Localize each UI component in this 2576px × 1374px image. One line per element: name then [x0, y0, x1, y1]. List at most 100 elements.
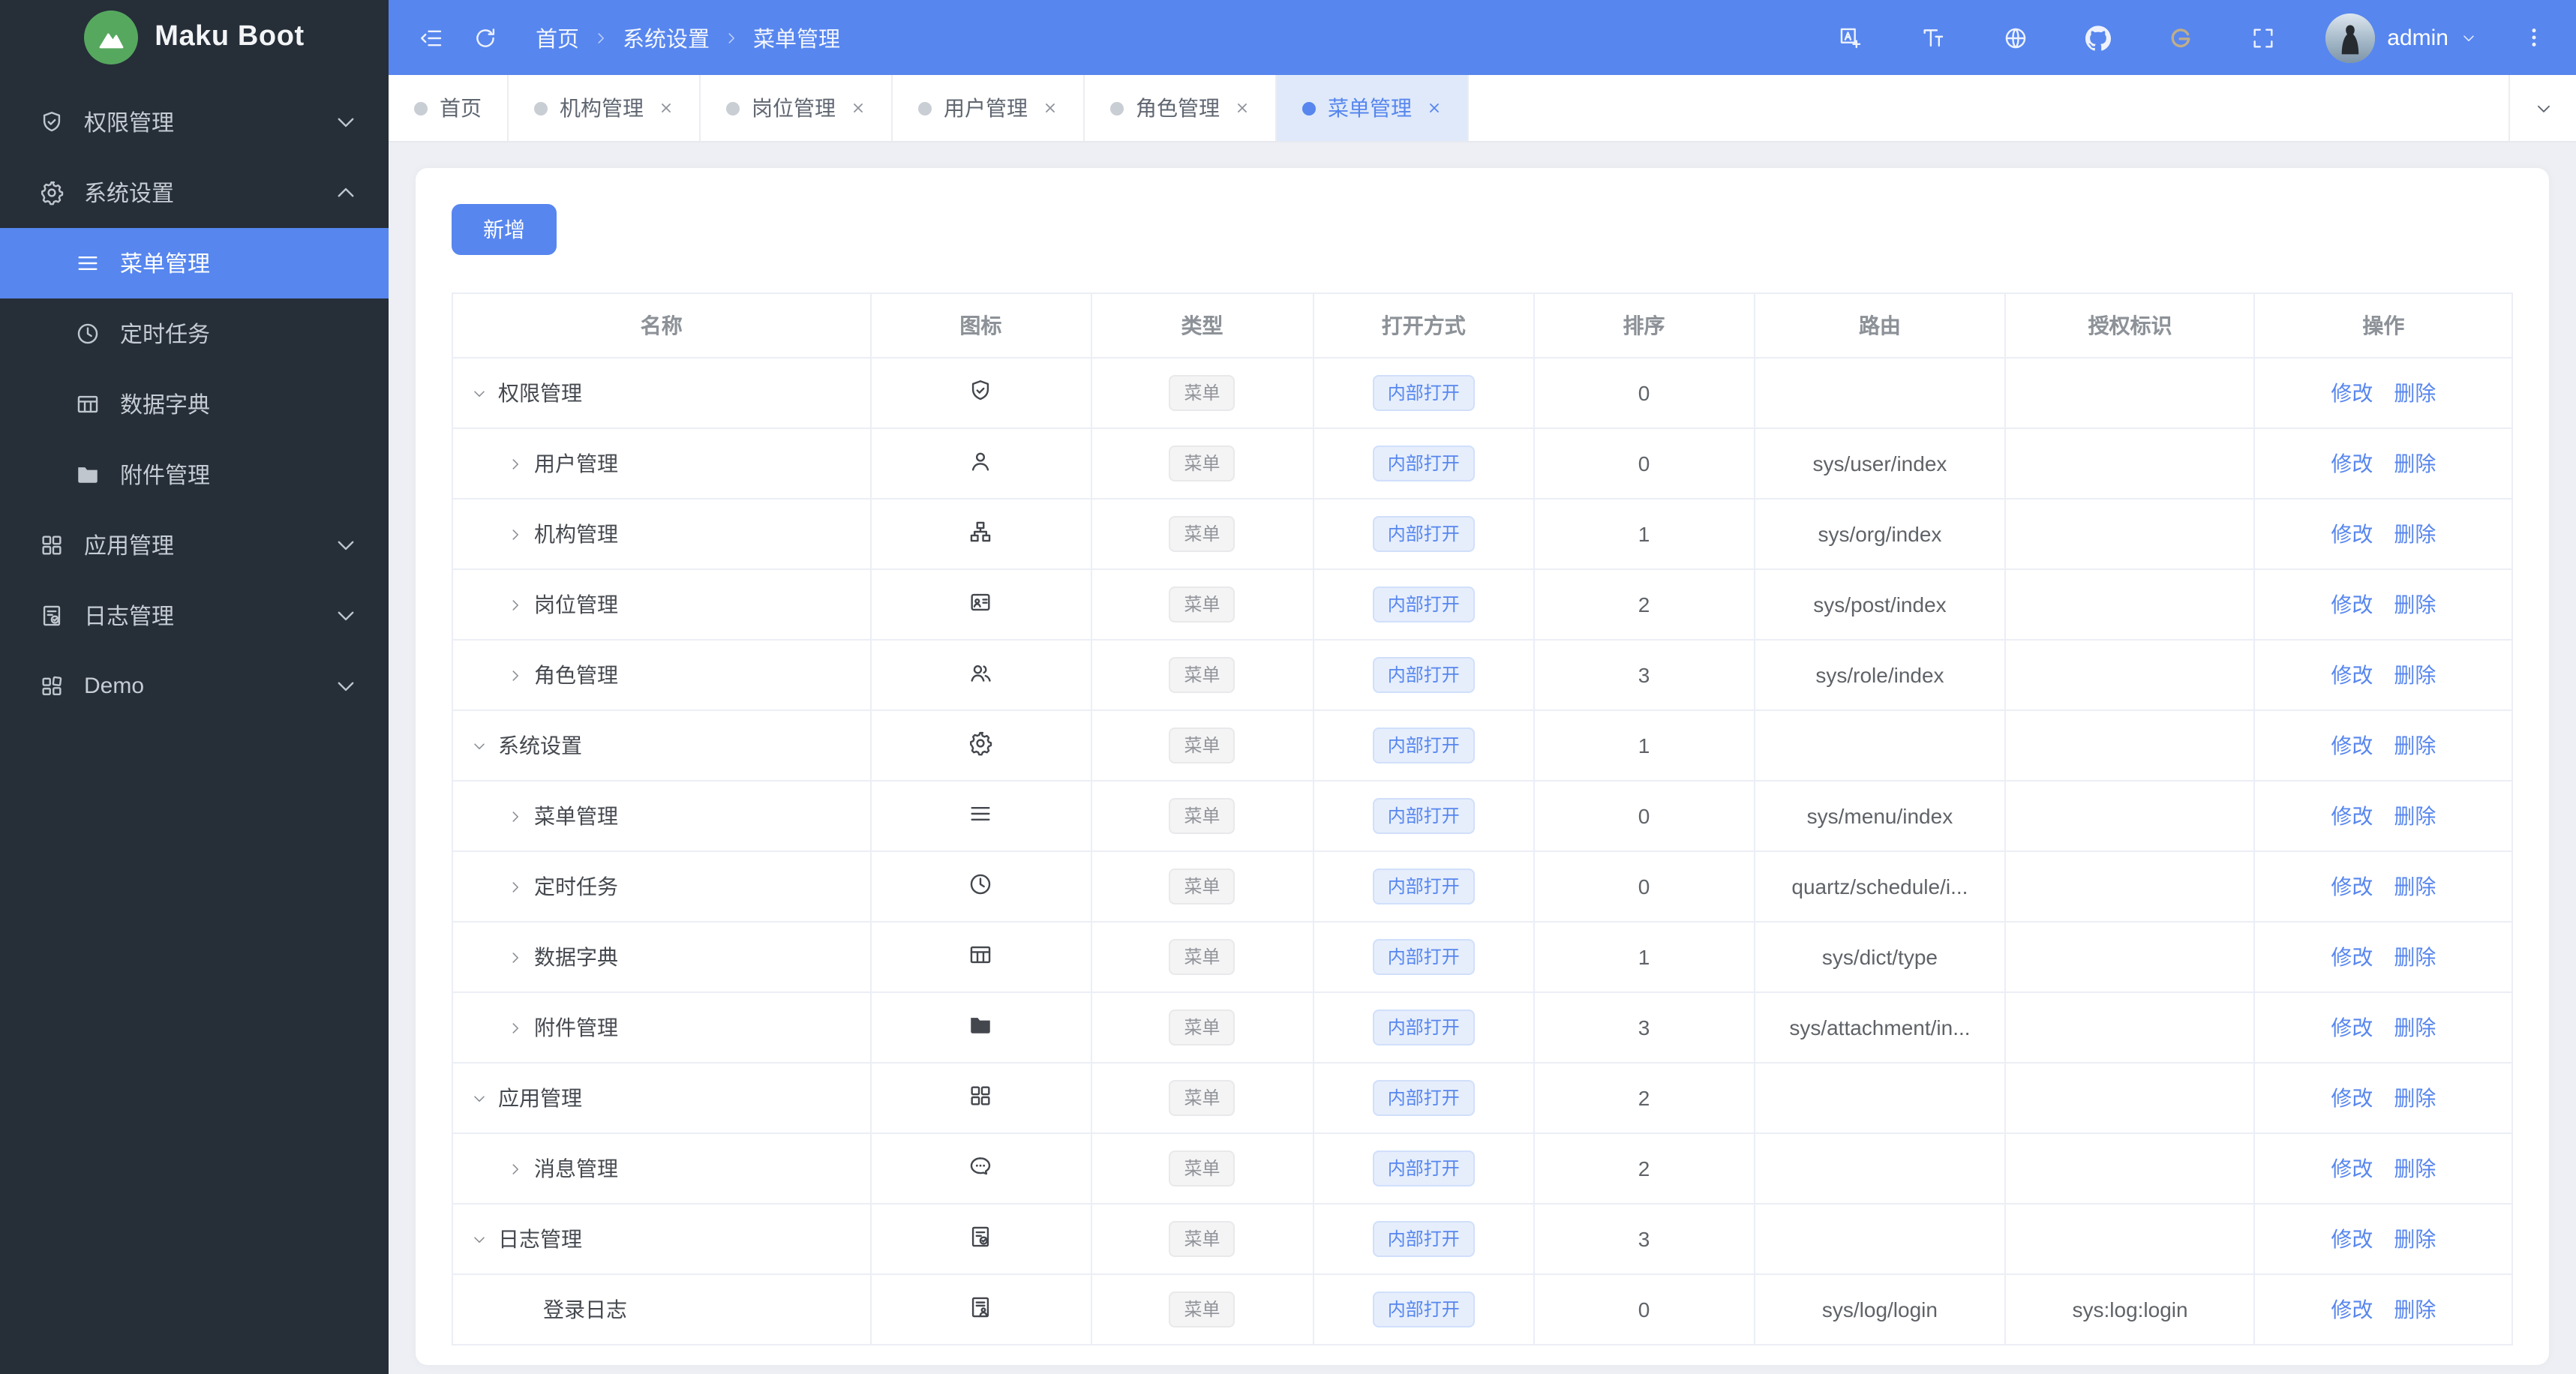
expand-row-icon[interactable] — [507, 667, 524, 683]
tab-org[interactable]: 机构管理 — [509, 75, 701, 141]
sidebar-item-permission[interactable]: 权限管理 — [0, 87, 389, 158]
edit-link[interactable]: 修改 — [2331, 452, 2373, 476]
sidebar-item-dict[interactable]: 数据字典 — [0, 369, 389, 440]
delete-link[interactable]: 删除 — [2394, 663, 2436, 687]
menu-name: 机构管理 — [534, 522, 618, 546]
edit-link[interactable]: 修改 — [2331, 804, 2373, 828]
clock-icon — [968, 872, 993, 897]
edit-link[interactable]: 修改 — [2331, 734, 2373, 758]
edit-link[interactable]: 修改 — [2331, 1016, 2373, 1040]
delete-link[interactable]: 删除 — [2394, 1227, 2436, 1251]
delete-link[interactable]: 删除 — [2394, 1086, 2436, 1110]
gitee-icon[interactable] — [2159, 16, 2201, 58]
collapse-row-icon[interactable] — [471, 737, 488, 754]
type-cell: 菜单 — [1091, 428, 1314, 500]
expand-row-icon[interactable] — [507, 1019, 524, 1036]
sidebar-item-log[interactable]: 日志管理 — [0, 580, 389, 651]
close-icon[interactable] — [659, 100, 674, 116]
delete-link[interactable]: 删除 — [2394, 1016, 2436, 1040]
edit-link[interactable]: 修改 — [2331, 1156, 2373, 1180]
expand-row-icon[interactable] — [507, 1160, 524, 1177]
edit-link[interactable]: 修改 — [2331, 1298, 2373, 1322]
log-doc-icon — [39, 603, 65, 628]
edit-link[interactable]: 修改 — [2331, 381, 2373, 405]
clock-icon — [75, 321, 101, 346]
delete-link[interactable]: 删除 — [2394, 1298, 2436, 1322]
collapse-row-icon[interactable] — [471, 1090, 488, 1106]
fullscreen-icon[interactable] — [2241, 16, 2283, 58]
edit-link[interactable]: 修改 — [2331, 522, 2373, 546]
delete-link[interactable]: 删除 — [2394, 734, 2436, 758]
actions-cell: 修改 删除 — [2254, 851, 2512, 922]
delete-link[interactable]: 删除 — [2394, 874, 2436, 898]
collapse-row-icon[interactable] — [471, 385, 488, 401]
sidebar-item-label: 数据字典 — [120, 393, 211, 418]
close-icon[interactable] — [1235, 100, 1250, 116]
globe-icon[interactable] — [1994, 16, 2036, 58]
sidebar-item-system[interactable]: 系统设置 — [0, 158, 389, 228]
tab-post[interactable]: 岗位管理 — [701, 75, 893, 141]
auth-cell — [2005, 851, 2256, 922]
breadcrumb-item[interactable]: 系统设置 — [623, 22, 710, 53]
user-menu[interactable]: admin — [2325, 13, 2477, 62]
sidebar-item-menu[interactable]: 菜单管理 — [0, 228, 389, 298]
close-icon[interactable] — [851, 100, 866, 116]
expand-row-icon[interactable] — [507, 878, 524, 895]
delete-link[interactable]: 删除 — [2394, 804, 2436, 828]
delete-link[interactable]: 删除 — [2394, 592, 2436, 616]
gear-icon — [39, 180, 65, 206]
kebab-menu-icon[interactable] — [2513, 16, 2555, 58]
edit-link[interactable]: 修改 — [2331, 874, 2373, 898]
sort-cell: 1 — [1533, 499, 1755, 570]
table-row: 登录日志 菜单 内部打开 0 sys/log/login sys:log:login 修改删… — [452, 1274, 2512, 1345]
close-icon[interactable] — [1427, 100, 1442, 116]
translate-icon[interactable] — [1829, 16, 1871, 58]
actions-cell: 修改 删除 — [2254, 710, 2512, 782]
type-cell: 菜单 — [1091, 499, 1314, 570]
expand-row-icon[interactable] — [507, 455, 524, 472]
tab-home[interactable]: 首页 — [389, 75, 509, 141]
delete-link[interactable]: 删除 — [2394, 1156, 2436, 1180]
edit-link[interactable]: 修改 — [2331, 663, 2373, 687]
refresh-icon[interactable] — [464, 16, 506, 58]
auth-cell — [2005, 569, 2256, 640]
sidebar-item-label: 系统设置 — [84, 182, 175, 207]
open-mode-tag: 内部打开 — [1372, 516, 1475, 552]
route-cell: sys/log/login — [1754, 1274, 2007, 1345]
sidebar-item-app[interactable]: 应用管理 — [0, 510, 389, 580]
edit-link[interactable]: 修改 — [2331, 1086, 2373, 1110]
delete-link[interactable]: 删除 — [2394, 522, 2436, 546]
delete-link[interactable]: 删除 — [2394, 452, 2436, 476]
sort-cell: 3 — [1533, 1204, 1755, 1275]
delete-link[interactable]: 删除 — [2394, 381, 2436, 405]
expand-row-icon[interactable] — [507, 949, 524, 965]
name-cell: 登录日志 — [452, 1274, 872, 1345]
edit-link[interactable]: 修改 — [2331, 1227, 2373, 1251]
route-cell — [1754, 358, 2007, 429]
github-icon[interactable] — [2076, 16, 2118, 58]
collapse-sidebar-icon[interactable] — [410, 16, 452, 58]
breadcrumb-item[interactable]: 菜单管理 — [753, 22, 840, 53]
collapse-row-icon[interactable] — [471, 1231, 488, 1247]
add-button[interactable]: 新增 — [452, 204, 557, 255]
expand-row-icon[interactable] — [507, 596, 524, 613]
open-mode-cell: 内部打开 — [1313, 1063, 1535, 1134]
tabs-dropdown-button[interactable] — [2508, 75, 2576, 141]
delete-link[interactable]: 删除 — [2394, 945, 2436, 969]
expand-row-icon[interactable] — [507, 808, 524, 824]
tab-menu[interactable]: 菜单管理 — [1277, 75, 1469, 141]
breadcrumb-item[interactable]: 首页 — [536, 22, 579, 53]
name-cell: 岗位管理 — [452, 569, 872, 640]
sidebar-item-demo[interactable]: Demo — [0, 651, 389, 722]
font-size-icon[interactable] — [1911, 16, 1953, 58]
dict-table-icon — [75, 392, 101, 417]
tab-user[interactable]: 用户管理 — [893, 75, 1085, 141]
sidebar-item-schedule[interactable]: 定时任务 — [0, 298, 389, 369]
edit-link[interactable]: 修改 — [2331, 592, 2373, 616]
tab-role[interactable]: 角色管理 — [1085, 75, 1277, 141]
expand-row-icon[interactable] — [507, 526, 524, 542]
edit-link[interactable]: 修改 — [2331, 945, 2373, 969]
close-icon[interactable] — [1043, 100, 1058, 116]
auth-cell — [2005, 428, 2256, 500]
sidebar-item-attachment[interactable]: 附件管理 — [0, 440, 389, 510]
